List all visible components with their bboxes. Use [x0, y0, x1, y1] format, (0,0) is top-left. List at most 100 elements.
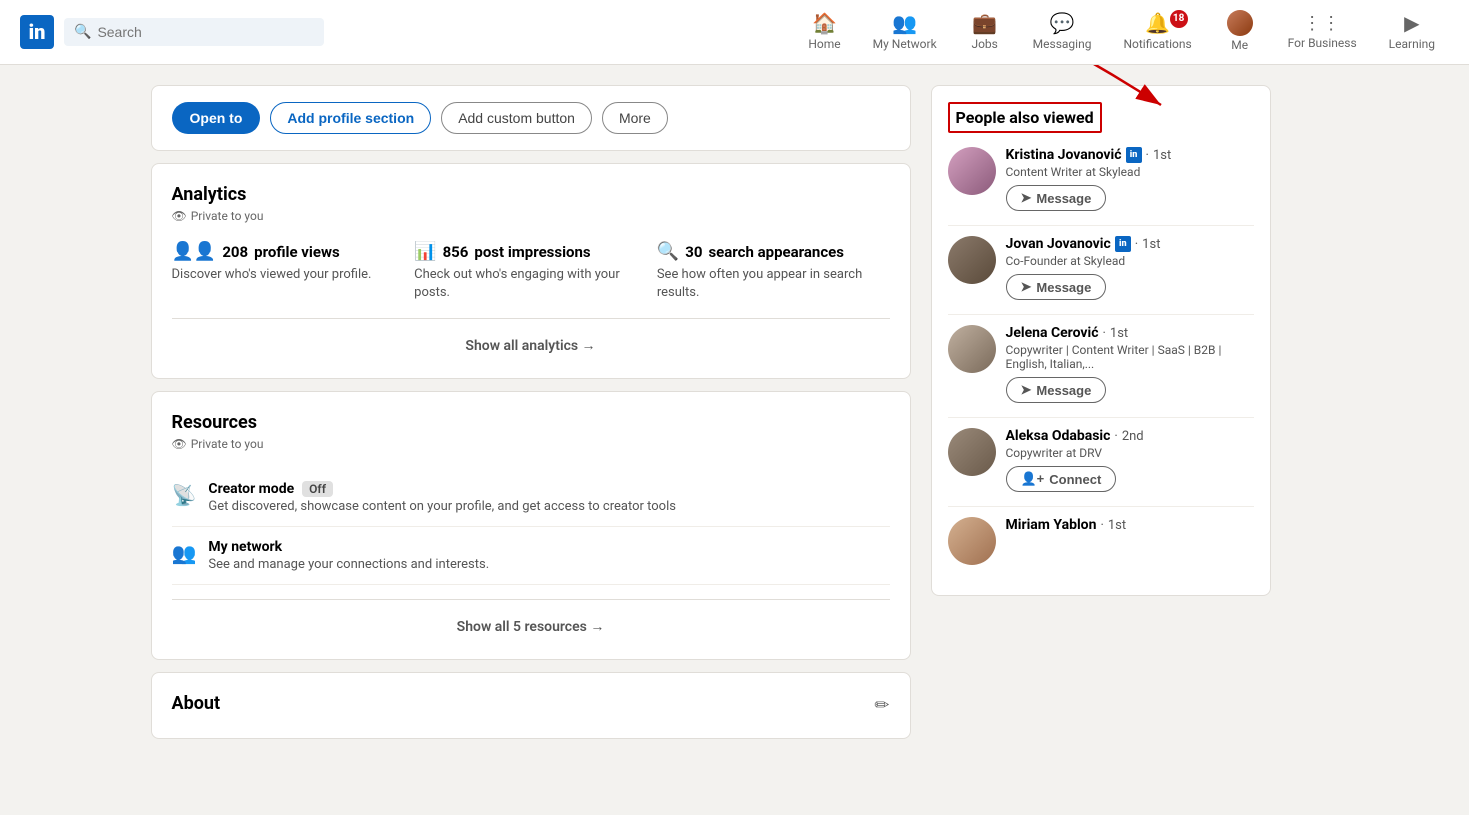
notifications-badge: 18 [1170, 10, 1188, 28]
nav-for-business-label: For Business [1288, 36, 1357, 50]
more-button[interactable]: More [602, 102, 668, 134]
list-item: Kristina Jovanović in · 1st Content Writ… [948, 147, 1254, 211]
search-bar[interactable]: 🔍 [64, 18, 324, 46]
action-bar: Open to Add profile section Add custom b… [151, 85, 911, 151]
connect-icon: 👤+ [1021, 471, 1045, 487]
list-item: Aleksa Odabasic · 2nd Copywriter at DRV … [948, 428, 1254, 492]
person-info: Jelena Cerović · 1st Copywriter | Conten… [1006, 325, 1254, 403]
resources-card: Resources 👁 Private to you 📡 Creator mod… [151, 391, 911, 660]
eye-icon: 👁 [172, 209, 187, 223]
person-degree-value: 2nd [1122, 429, 1144, 444]
avatar-image [1227, 10, 1253, 36]
list-item: Jelena Cerović · 1st Copywriter | Conten… [948, 325, 1254, 403]
person-role: Co-Founder at Skylead [1006, 254, 1161, 268]
post-impressions-desc: Check out who's engaging with your posts… [414, 266, 647, 302]
nav-for-business[interactable]: ⋮⋮ For Business [1274, 0, 1371, 65]
analytics-private-label: 👁 Private to you [172, 209, 890, 223]
nav-jobs[interactable]: 💼 Jobs [955, 0, 1015, 65]
add-custom-button-button[interactable]: Add custom button [441, 102, 592, 134]
message-icon: ➤ [1021, 279, 1032, 295]
profile-views-icon: 👤👤 [172, 241, 217, 262]
red-arrow [1071, 75, 1271, 155]
nav-learning-label: Learning [1389, 37, 1435, 51]
person-degree: · [1114, 429, 1117, 444]
analytics-post-impressions[interactable]: 📊 856 post impressions Check out who's e… [414, 241, 647, 302]
analytics-search-appearances[interactable]: 🔍 30 search appearances See how often yo… [657, 241, 890, 302]
avatar [948, 236, 996, 284]
list-item: Miriam Yablon · 1st [948, 517, 1254, 565]
avatar [948, 147, 996, 195]
jobs-icon: 💼 [972, 11, 997, 35]
person-role: Content Writer at Skylead [1006, 165, 1172, 179]
creator-mode-text: Creator mode Off Get discovered, showcas… [208, 481, 676, 514]
nav-home[interactable]: 🏠 Home [794, 0, 854, 65]
analytics-title: Analytics [172, 184, 890, 205]
message-button[interactable]: ➤ Message [1006, 274, 1107, 300]
search-appearances-desc: See how often you appear in search resul… [657, 266, 890, 302]
search-icon: 🔍 [74, 24, 91, 40]
avatar [948, 517, 996, 565]
nav-messaging-label: Messaging [1033, 37, 1092, 51]
person-role: Copywriter at DRV [1006, 446, 1144, 460]
person-degree: · [1103, 326, 1106, 341]
person-degree: · [1135, 237, 1138, 252]
navbar: in 🔍 🏠 Home 👥 My Network 💼 Jobs 💬 Messag… [0, 0, 1469, 65]
resources-title: Resources [172, 412, 890, 433]
learning-icon: ▶ [1404, 11, 1419, 35]
linkedin-badge-icon: in [1115, 236, 1131, 252]
my-network-item[interactable]: 👥 My network See and manage your connect… [172, 527, 890, 585]
person-degree-value: 1st [1108, 518, 1126, 533]
eye-icon-resources: 👁 [172, 437, 187, 451]
nav-messaging[interactable]: 💬 Messaging [1019, 0, 1106, 65]
show-all-resources[interactable]: Show all 5 resources → [172, 614, 890, 639]
person-name: Jelena Cerović [1006, 325, 1099, 341]
profile-views-count: 208 [222, 243, 248, 261]
linkedin-logo[interactable]: in [20, 15, 54, 49]
my-network-text: My network See and manage your connectio… [208, 539, 489, 572]
avatar [948, 325, 996, 373]
person-info: Miriam Yablon · 1st [1006, 517, 1127, 533]
search-input[interactable] [97, 24, 314, 40]
creator-mode-title: Creator mode [208, 481, 294, 497]
analytics-card: Analytics 👁 Private to you 👤👤 208 profil… [151, 163, 911, 379]
nav-notifications[interactable]: 🔔 18 Notifications [1109, 0, 1205, 65]
search-appearances-icon: 🔍 [657, 241, 679, 262]
person-degree-value: 1st [1142, 237, 1160, 252]
creator-mode-desc: Get discovered, showcase content on your… [208, 499, 676, 514]
my-network-resource-icon: 👥 [172, 541, 197, 565]
about-edit-icon[interactable]: ✏ [874, 695, 889, 716]
nav-my-network-label: My Network [873, 37, 937, 51]
nav-items: 🏠 Home 👥 My Network 💼 Jobs 💬 Messaging 🔔… [794, 0, 1449, 65]
search-appearances-label: search appearances [708, 243, 843, 261]
analytics-grid: 👤👤 208 profile views Discover who's view… [172, 241, 890, 302]
analytics-profile-views[interactable]: 👤👤 208 profile views Discover who's view… [172, 241, 405, 302]
connect-button[interactable]: 👤+ Connect [1006, 466, 1117, 492]
nav-me[interactable]: Me [1210, 0, 1270, 65]
person-role: Copywriter | Content Writer | SaaS | B2B… [1006, 343, 1254, 371]
message-button[interactable]: ➤ Message [1006, 185, 1107, 211]
show-all-analytics[interactable]: Show all analytics → [172, 333, 890, 358]
list-item: Jovan Jovanovic in · 1st Co-Founder at S… [948, 236, 1254, 300]
about-title: About [172, 693, 221, 714]
post-impressions-label: post impressions [474, 243, 590, 261]
person-info: Kristina Jovanović in · 1st Content Writ… [1006, 147, 1172, 211]
about-card: About ✏ [151, 672, 911, 739]
nav-learning[interactable]: ▶ Learning [1375, 0, 1449, 65]
creator-mode-item[interactable]: 📡 Creator mode Off Get discovered, showc… [172, 469, 890, 527]
messaging-icon: 💬 [1050, 11, 1075, 35]
open-to-button[interactable]: Open to [172, 102, 261, 134]
avatar [948, 428, 996, 476]
resources-private-label: 👁 Private to you [172, 437, 890, 451]
message-button[interactable]: ➤ Message [1006, 377, 1107, 403]
person-name: Jovan Jovanovic [1006, 236, 1111, 252]
person-info: Aleksa Odabasic · 2nd Copywriter at DRV … [1006, 428, 1144, 492]
nav-my-network[interactable]: 👥 My Network [859, 0, 951, 65]
profile-views-desc: Discover who's viewed your profile. [172, 266, 405, 284]
home-icon: 🏠 [812, 11, 837, 35]
nav-me-label: Me [1231, 38, 1248, 52]
add-profile-section-button[interactable]: Add profile section [270, 102, 431, 134]
main-layout: Open to Add profile section Add custom b… [135, 65, 1335, 771]
message-icon: ➤ [1021, 190, 1032, 206]
profile-views-label: profile views [254, 243, 340, 261]
person-degree-value: 1st [1110, 326, 1128, 341]
